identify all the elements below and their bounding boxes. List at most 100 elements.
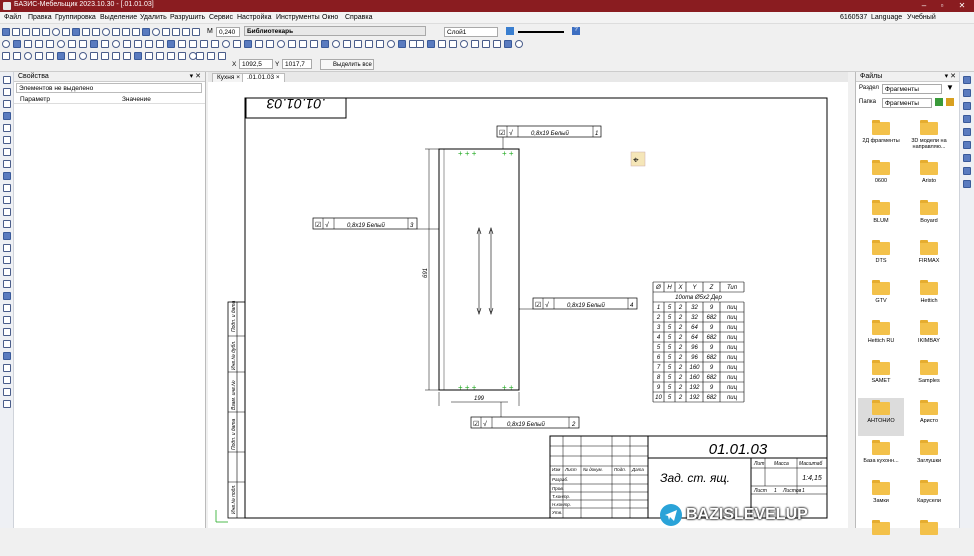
folder-up-icon[interactable] [935,98,943,106]
toolbar-tool-icon[interactable] [332,40,340,48]
folder-select[interactable]: Фрагменты [882,98,932,108]
toolbar-tool-icon[interactable] [233,40,241,48]
toolbar-tool-icon[interactable] [493,40,501,48]
toolbar-tool-icon[interactable] [222,40,230,48]
toolbar-tool-icon[interactable] [156,40,164,48]
language-menu[interactable]: Language [871,14,902,21]
file-item[interactable]: Boyard [906,198,952,236]
left-tool-icon[interactable] [3,376,11,384]
toolbar-tool-icon[interactable] [376,40,384,48]
toolbar-tool-icon[interactable] [299,40,307,48]
file-item[interactable]: 0600 [858,158,904,196]
help-icon[interactable]: ? [572,27,580,35]
toolbar-tool-icon[interactable] [310,40,318,48]
toolbar-tool-icon[interactable] [101,40,109,48]
toolbar-tool-icon[interactable] [13,52,21,60]
m-value-field[interactable]: 0,240 [216,27,240,37]
toolbar-tool-icon[interactable] [354,40,362,48]
right-tool-icon[interactable] [963,154,971,162]
left-tool-icon[interactable] [3,76,11,84]
toolbar-tool-icon[interactable] [167,52,175,60]
left-tool-icon[interactable] [3,208,11,216]
toolbar-tool-icon[interactable] [427,40,435,48]
file-item[interactable]: GTV [858,278,904,316]
left-tool-icon[interactable] [3,388,11,396]
file-item[interactable]: Hettich RU [858,318,904,356]
toolbar-tool-icon[interactable] [24,52,32,60]
toolbar-tool-icon[interactable] [416,40,424,48]
menu-help[interactable]: Справка [345,14,372,21]
toolbar-tool-icon[interactable] [162,28,170,36]
toolbar-tool-icon[interactable] [321,40,329,48]
mode-menu[interactable]: Учебный [907,14,936,21]
toolbar-tool-icon[interactable] [82,28,90,36]
toolbar-tool-icon[interactable] [35,40,43,48]
menu-group[interactable]: Группировка [55,14,96,21]
toolbar-tool-icon[interactable] [112,52,120,60]
left-tool-icon[interactable] [3,316,11,324]
left-tool-icon[interactable] [3,328,11,336]
callout-1[interactable]: ☑ √ 0,8x19 Белый 1 [496,125,602,149]
toolbar-tool-icon[interactable] [471,40,479,48]
file-item[interactable] [906,518,952,556]
toolbar-tool-icon[interactable] [2,28,10,36]
right-tool-icon[interactable] [963,141,971,149]
drawing-canvas[interactable]: .01.01.03 Подп. и дата Инв.№ дубл. Взам.… [208,82,848,528]
toolbar-tool-icon[interactable] [218,52,226,60]
callout-3[interactable]: ☑ √ 0,8x19 Белый 3 [312,217,439,230]
x-coordinate-field[interactable]: 1092,5 [239,59,273,69]
file-item[interactable]: FIRMAX [906,238,952,276]
left-tool-icon[interactable] [3,196,11,204]
filter-icon[interactable]: ▼ [946,83,954,92]
menu-destroy[interactable]: Разрушить [170,14,205,21]
menu-settings[interactable]: Настройка [237,14,271,21]
toolbar-tool-icon[interactable] [46,52,54,60]
toolbar-tool-icon[interactable] [101,52,109,60]
line-style-select[interactable] [518,31,564,33]
toolbar-tool-icon[interactable] [90,52,98,60]
toolbar-tool-icon[interactable] [244,40,252,48]
layer-select[interactable]: Слой1 [444,27,498,37]
file-item[interactable]: Hettich [906,278,952,316]
file-item[interactable]: Карусели [906,478,952,516]
menu-edit[interactable]: Правка [28,14,52,21]
toolbar-tool-icon[interactable] [449,40,457,48]
left-tool-icon[interactable] [3,352,11,360]
toolbar-tool-icon[interactable] [277,40,285,48]
file-item[interactable]: BLUM [858,198,904,236]
left-tool-icon[interactable] [3,100,11,108]
properties-close-icon[interactable]: ▾ ✕ [190,72,201,82]
left-tool-icon[interactable] [3,340,11,348]
toolbar-tool-icon[interactable] [189,40,197,48]
y-coordinate-field[interactable]: 1017,7 [282,59,312,69]
tab-drawing[interactable]: .01.01.03 × [242,73,285,82]
callout-2[interactable]: ☑ √ 0,8x19 Белый 2 [470,402,580,429]
toolbar-tool-icon[interactable] [123,40,131,48]
toolbar-tool-icon[interactable] [178,52,186,60]
minimize-button[interactable]: – [914,0,934,12]
toolbar-tool-icon[interactable] [255,40,263,48]
right-tool-icon[interactable] [963,180,971,188]
menu-select[interactable]: Выделение [100,14,137,21]
file-item[interactable]: База кухонн... [858,438,904,476]
left-tool-icon[interactable] [3,112,11,120]
toolbar-tool-icon[interactable] [68,40,76,48]
left-tool-icon[interactable] [3,232,11,240]
toolbar-tool-icon[interactable] [167,40,175,48]
files-close-icon[interactable]: ▾ ✕ [945,72,956,82]
toolbar-tool-icon[interactable] [12,28,20,36]
toolbar-tool-icon[interactable] [24,40,32,48]
file-item[interactable]: Заглушки [906,438,952,476]
menu-window[interactable]: Окно [322,14,338,21]
toolbar-tool-icon[interactable] [156,52,164,60]
left-tool-icon[interactable] [3,256,11,264]
toolbar-tool-icon[interactable] [172,28,180,36]
file-item[interactable]: Samples [906,358,952,396]
toolbar-tool-icon[interactable] [365,40,373,48]
toolbar-tool-icon[interactable] [145,40,153,48]
toolbar-tool-icon[interactable] [90,40,98,48]
left-tool-icon[interactable] [3,148,11,156]
left-tool-icon[interactable] [3,364,11,372]
right-tool-icon[interactable] [963,102,971,110]
library-panel[interactable]: Библиотекарь [244,26,426,36]
